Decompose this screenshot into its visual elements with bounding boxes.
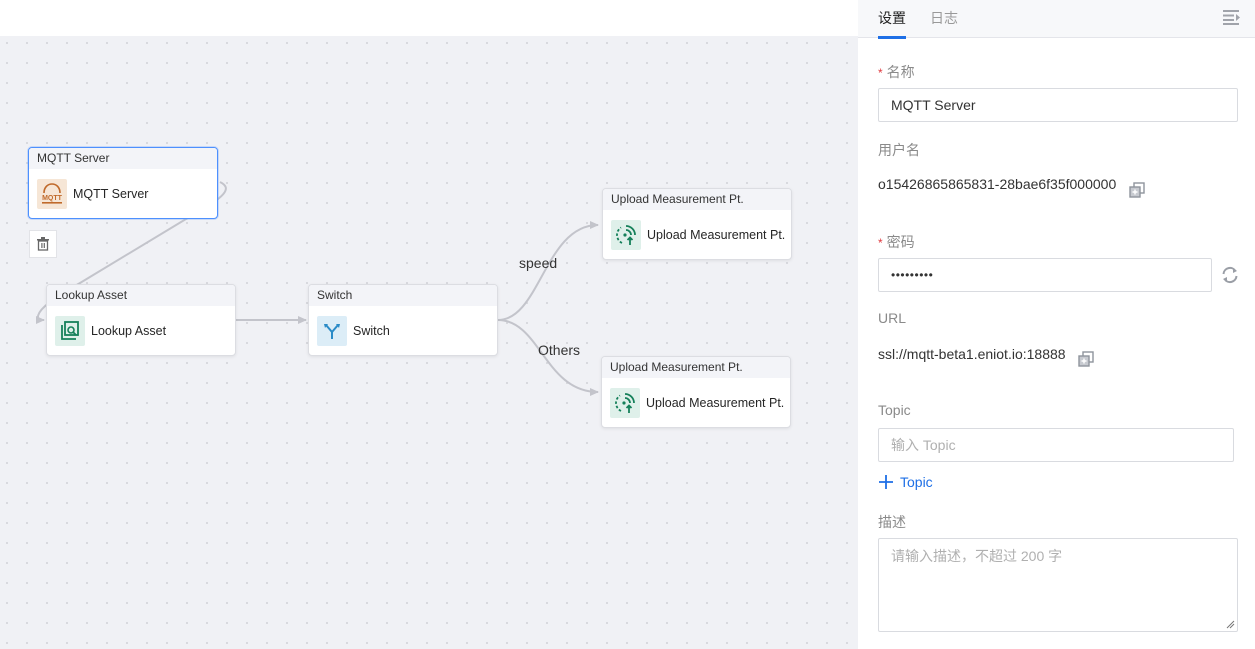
trash-icon bbox=[37, 237, 49, 251]
resize-handle-icon[interactable] bbox=[1226, 620, 1235, 629]
node-label: Switch bbox=[353, 323, 390, 338]
lookup-asset-icon bbox=[55, 315, 85, 346]
tab-settings[interactable]: 设置 bbox=[878, 8, 906, 39]
url-value: ssl://mqtt-beta1.eniot.io:18888 bbox=[878, 346, 1066, 362]
panel-tabs: 设置 日志 bbox=[858, 0, 1255, 39]
node-switch[interactable]: Switch Switch bbox=[308, 284, 498, 356]
node-mqtt-server[interactable]: MQTT Server MQTT MQTT Server bbox=[28, 147, 218, 219]
add-topic-label: Topic bbox=[900, 474, 933, 490]
password-label-text: 密码 bbox=[886, 234, 915, 250]
description-placeholder: 请输入描述，不超过 200 字 bbox=[891, 548, 1063, 564]
username-value: o15426865865831-28bae6f35f000000 bbox=[878, 176, 1117, 192]
canvas-toolbar bbox=[0, 0, 858, 36]
description-label: 描述 bbox=[878, 514, 906, 530]
add-topic-button[interactable]: Topic bbox=[878, 474, 933, 490]
node-title: Upload Measurement Pt. bbox=[602, 357, 790, 378]
required-mark: * bbox=[878, 66, 883, 80]
node-label: Upload Measurement Pt. bbox=[647, 227, 786, 242]
node-title: Upload Measurement Pt. bbox=[603, 189, 791, 210]
node-title: Switch bbox=[309, 285, 497, 306]
name-label-text: 名称 bbox=[886, 64, 915, 80]
description-textarea[interactable]: 请输入描述，不超过 200 字 bbox=[878, 538, 1238, 632]
copy-url-icon[interactable] bbox=[1078, 351, 1094, 372]
url-label: URL bbox=[878, 310, 907, 326]
tab-logs[interactable]: 日志 bbox=[930, 8, 958, 36]
node-title: MQTT Server bbox=[29, 148, 217, 169]
svg-text:MQTT: MQTT bbox=[42, 195, 63, 202]
username-label: 用户名 bbox=[878, 142, 920, 158]
regenerate-password-icon[interactable] bbox=[1220, 265, 1240, 290]
required-mark: * bbox=[878, 236, 883, 250]
node-label: Lookup Asset bbox=[91, 323, 167, 338]
name-label: * 名称 bbox=[878, 62, 915, 82]
delete-node-button[interactable] bbox=[29, 230, 57, 258]
node-label: MQTT Server bbox=[73, 186, 149, 201]
switch-icon bbox=[317, 315, 347, 346]
mqtt-icon: MQTT bbox=[37, 178, 67, 209]
node-label: Upload Measurement Pt. bbox=[646, 395, 785, 410]
upload-measurement-icon bbox=[610, 387, 640, 418]
password-input[interactable]: ••••••••• bbox=[878, 258, 1212, 292]
edge-label-speed[interactable]: speed bbox=[519, 255, 557, 271]
upload-measurement-icon bbox=[611, 219, 641, 250]
copy-username-icon[interactable] bbox=[1129, 182, 1145, 203]
edge-label-others[interactable]: Others bbox=[538, 342, 580, 358]
collapse-panel-icon[interactable] bbox=[1223, 9, 1241, 30]
node-lookup-asset[interactable]: Lookup Asset Lookup Asset bbox=[46, 284, 236, 356]
plus-icon bbox=[879, 475, 893, 489]
name-input[interactable]: MQTT Server bbox=[878, 88, 1238, 122]
edge-switch-to-upload1[interactable] bbox=[497, 221, 599, 321]
node-upload-measurement-1[interactable]: Upload Measurement Pt. Upload Measuremen… bbox=[602, 188, 792, 260]
settings-panel: 设置 日志 * 名称 MQTT Server 用户名 o1542686586583… bbox=[858, 0, 1255, 649]
flow-canvas[interactable]: MQTT Server MQTT MQTT Server Lookup Asse… bbox=[0, 36, 858, 649]
node-upload-measurement-2[interactable]: Upload Measurement Pt. Upload Measuremen… bbox=[601, 356, 791, 428]
topic-label: Topic bbox=[878, 402, 911, 418]
node-title: Lookup Asset bbox=[47, 285, 235, 306]
topic-input[interactable]: 输入 Topic bbox=[878, 428, 1234, 462]
password-label: * 密码 bbox=[878, 232, 915, 252]
